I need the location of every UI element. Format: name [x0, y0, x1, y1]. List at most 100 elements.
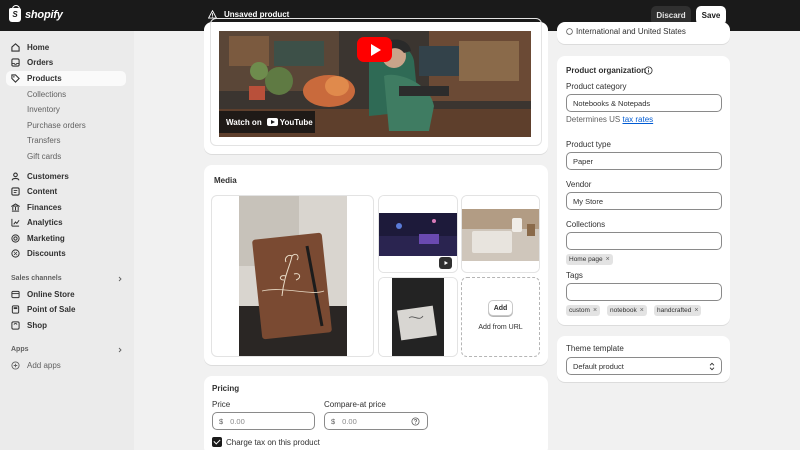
- collection-chip: Home page ×: [566, 254, 613, 265]
- sidebar-item-label: Content: [27, 187, 58, 196]
- chart-icon: [11, 218, 20, 227]
- sidebar: Home Orders Products Collections Invento…: [0, 31, 134, 450]
- shopify-bag-icon: S: [9, 5, 21, 22]
- shop-icon: [11, 321, 20, 330]
- store-icon: [11, 290, 20, 299]
- home-icon: [11, 43, 20, 52]
- markets-text: International and United States: [576, 27, 686, 36]
- pricing-title: Pricing: [212, 384, 240, 393]
- currency-symbol: $: [219, 416, 224, 426]
- add-media-button[interactable]: Add: [488, 300, 513, 316]
- currency-symbol: $: [331, 416, 336, 426]
- desk-photo: [462, 196, 539, 272]
- sidebar-item-label: Shop: [27, 321, 47, 330]
- tax-rates-link[interactable]: tax rates: [622, 115, 653, 124]
- sidebar-item-shop[interactable]: Shop: [6, 318, 126, 333]
- sidebar-item-products[interactable]: Products: [6, 71, 126, 86]
- bank-icon: [11, 203, 20, 212]
- media-title: Media: [214, 176, 237, 185]
- charge-tax-label: Charge tax on this product: [226, 438, 320, 447]
- add-from-url-link[interactable]: Add from URL: [462, 324, 539, 331]
- sidebar-item-transfers[interactable]: Transfers: [6, 133, 126, 148]
- sidebar-item-label: Online Store: [27, 290, 75, 299]
- sidebar-item-label: Products: [27, 74, 62, 83]
- radio-icon[interactable]: [566, 28, 573, 35]
- price-label: Price: [212, 400, 231, 409]
- tags-label: Tags: [566, 271, 583, 280]
- sidebar-item-discounts[interactable]: Discounts: [6, 246, 126, 261]
- youtube-icon: [266, 118, 278, 126]
- sidebar-item-label: Inventory: [27, 105, 60, 114]
- tag-chip: notebook ×: [607, 305, 647, 316]
- target-icon: [11, 234, 20, 243]
- product-category-input[interactable]: Notebooks & Notepads: [566, 94, 722, 112]
- sidebar-item-inventory[interactable]: Inventory: [6, 102, 126, 117]
- chevron-right-icon[interactable]: [117, 276, 123, 282]
- sidebar-item-orders[interactable]: Orders: [6, 55, 126, 70]
- brand-name: shopify: [25, 9, 63, 21]
- media-item-main[interactable]: [211, 195, 374, 357]
- tag-chip: handcrafted ×: [654, 305, 702, 316]
- person-icon: [11, 172, 20, 181]
- sidebar-item-content[interactable]: Content: [6, 184, 126, 199]
- product-type-label: Product type: [566, 140, 611, 149]
- add-media-dropzone[interactable]: [461, 277, 540, 357]
- sidebar-item-label: Discounts: [27, 249, 66, 258]
- markets-card: International and United States: [557, 22, 730, 44]
- discount-icon: [11, 249, 20, 258]
- sidebar-item-label: Home: [27, 43, 50, 52]
- sidebar-item-online-store[interactable]: Online Store: [6, 287, 126, 302]
- sales-channels-label: Sales channels: [11, 275, 62, 282]
- help-icon[interactable]: [411, 417, 420, 426]
- vendor-label: Vendor: [566, 180, 592, 189]
- select-chevrons-icon: [709, 362, 715, 371]
- sidebar-item-gift-cards[interactable]: Gift cards: [6, 149, 126, 164]
- sketch-photo: [379, 278, 457, 356]
- chevron-right-icon[interactable]: [117, 347, 123, 353]
- sidebar-item-point-of-sale[interactable]: Point of Sale: [6, 302, 126, 317]
- sidebar-item-home[interactable]: Home: [6, 40, 126, 55]
- orders-icon: [11, 58, 20, 67]
- sidebar-item-marketing[interactable]: Marketing: [6, 231, 126, 246]
- remove-icon[interactable]: ×: [593, 307, 597, 314]
- plus-circle-icon: [11, 361, 20, 370]
- sidebar-item-label: Add apps: [27, 361, 61, 370]
- play-video-icon[interactable]: [439, 257, 452, 269]
- price-input[interactable]: $ 0.00: [212, 412, 315, 430]
- sidebar-item-label: Purchase orders: [27, 121, 86, 130]
- watch-on-youtube-button[interactable]: Watch on YouTube: [219, 111, 315, 133]
- sidebar-item-customers[interactable]: Customers: [6, 169, 126, 184]
- sidebar-item-add-apps[interactable]: Add apps: [6, 358, 126, 373]
- sidebar-item-collections[interactable]: Collections: [6, 87, 126, 102]
- price-placeholder: 0.00: [230, 416, 245, 426]
- content-icon: [11, 187, 20, 196]
- sidebar-item-finances[interactable]: Finances: [6, 200, 126, 215]
- compare-placeholder: 0.00: [342, 416, 357, 426]
- theme-template-select[interactable]: Default product: [566, 357, 722, 375]
- info-icon[interactable]: [644, 66, 653, 75]
- compare-at-price-input[interactable]: $ 0.00: [324, 412, 428, 430]
- sidebar-item-purchase-orders[interactable]: Purchase orders: [6, 118, 126, 133]
- product-type-input[interactable]: Paper: [566, 152, 722, 170]
- tag-chip: custom ×: [566, 305, 601, 316]
- vendor-input[interactable]: My Store: [566, 192, 722, 210]
- media-item-video[interactable]: [378, 195, 458, 273]
- remove-icon[interactable]: ×: [694, 307, 698, 314]
- media-item-sketch[interactable]: [378, 277, 458, 357]
- youtube-play-button[interactable]: [357, 37, 392, 62]
- apps-label: Apps: [11, 346, 29, 353]
- collections-input[interactable]: [566, 232, 722, 250]
- pos-icon: [11, 305, 20, 314]
- product-organization-title: Product organization: [566, 66, 646, 75]
- sidebar-item-label: Customers: [27, 172, 69, 181]
- charge-tax-checkbox[interactable]: [212, 437, 222, 447]
- shopify-logo[interactable]: S shopify: [9, 5, 63, 22]
- media-item-desk[interactable]: [461, 195, 540, 273]
- sidebar-item-label: Orders: [27, 58, 54, 67]
- remove-icon[interactable]: ×: [606, 256, 610, 263]
- sidebar-item-label: Collections: [27, 90, 67, 99]
- sidebar-item-label: Analytics: [27, 218, 63, 227]
- tags-input[interactable]: [566, 283, 722, 301]
- remove-icon[interactable]: ×: [640, 307, 644, 314]
- sidebar-item-analytics[interactable]: Analytics: [6, 215, 126, 230]
